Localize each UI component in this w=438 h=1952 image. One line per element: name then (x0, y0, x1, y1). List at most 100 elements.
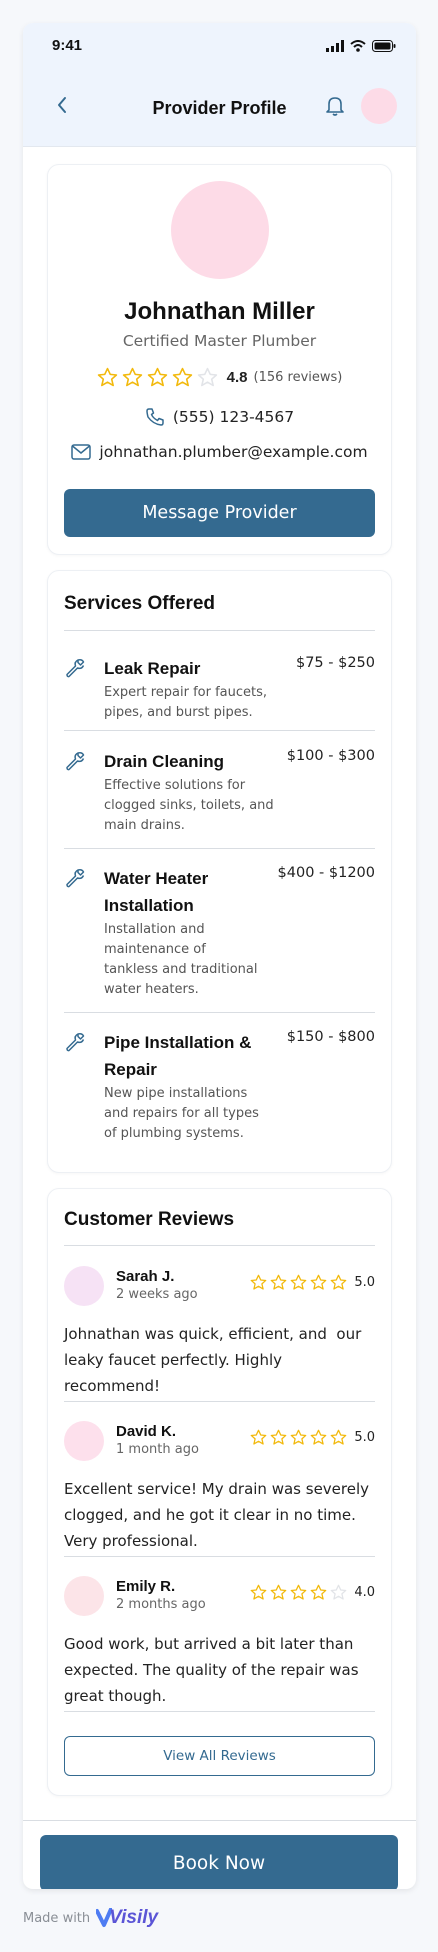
reviewer-avatar (64, 1576, 104, 1616)
review-text-line: Very professional. (64, 1532, 198, 1550)
service-description-line: Expert repair for faucets, (104, 685, 268, 700)
visily-brand-text: Visily (109, 1907, 159, 1928)
review-date: 2 weeks ago (116, 1287, 198, 1302)
service-description-line: maintenance of (104, 942, 206, 957)
service-name: Water Heater Installation (104, 865, 264, 919)
review-date: 2 months ago (116, 1597, 206, 1612)
wrench-icon (66, 752, 85, 771)
book-now-button[interactable]: Book Now (40, 1835, 398, 1889)
review-date: 1 month ago (116, 1442, 199, 1457)
service-price: $150 - $800 (286, 1029, 375, 1045)
wrench-icon (66, 869, 85, 888)
profile-card: Johnathan Miller Certified Master Plumbe… (47, 164, 392, 555)
service-price: $400 - $1200 (277, 865, 375, 881)
service-name-line: Water Heater (104, 869, 209, 888)
status-bar: 9:41 (23, 23, 416, 68)
bell-icon[interactable] (324, 95, 346, 117)
message-provider-button[interactable]: Message Provider (64, 489, 375, 537)
services-card: Services Offered Leak Repair Expert repai… (47, 570, 392, 1173)
star-icon (197, 367, 217, 387)
phone-row[interactable]: (555) 123-4567 (48, 407, 391, 427)
phone-frame: 9:41 Provider Profile Johnathan Miller C… (23, 23, 416, 1889)
service-name: Pipe Installation & Repair (104, 1029, 264, 1083)
review-stars: 5.0 (250, 1429, 375, 1446)
star-icon (310, 1274, 327, 1290)
star-icon (250, 1584, 267, 1600)
review-text-line: recommend! (64, 1377, 160, 1395)
review-text-line: Good work, but arrived a bit later than (64, 1635, 354, 1653)
service-name: Leak Repair (104, 655, 264, 682)
service-name-line: Pipe Installation & (104, 1033, 252, 1052)
divider (64, 1245, 375, 1246)
star-icon (290, 1429, 307, 1445)
review-text-line: Excellent service! My drain was severely (64, 1480, 370, 1498)
provider-avatar (171, 181, 269, 279)
divider (64, 1711, 375, 1712)
divider (64, 848, 375, 849)
rating-count: (156 reviews) (253, 370, 343, 385)
service-description-line: pipes, and burst pipes. (104, 705, 253, 720)
service-description-line: of plumbing systems. (104, 1126, 244, 1141)
review-text-line: expected. The quality of the repair was (64, 1661, 359, 1679)
phone-icon (146, 408, 164, 426)
divider (64, 730, 375, 731)
service-description: Installation and maintenance of tankless a… (104, 920, 274, 1000)
service-description-line: tankless and traditional (104, 962, 258, 977)
phone-number: (555) 123-4567 (172, 408, 295, 426)
service-price: $75 - $250 (295, 655, 375, 671)
service-description: Effective solutions for clogged sinks, to… (104, 776, 274, 836)
reviewer-name: David K. (116, 1423, 177, 1440)
star-icon (330, 1429, 347, 1445)
wrench-icon (66, 659, 85, 678)
divider (64, 1556, 375, 1557)
review-text: Good work, but arrived a bit later than e… (64, 1631, 376, 1709)
user-avatar[interactable] (361, 88, 397, 124)
made-with-watermark: Made with Visily (23, 1907, 158, 1929)
made-with-text: Made with (23, 1910, 91, 1926)
view-all-reviews-button[interactable]: View All Reviews (64, 1736, 375, 1776)
star-icon (122, 367, 142, 387)
star-icon (250, 1429, 267, 1445)
star-icon (310, 1584, 327, 1600)
divider (64, 630, 375, 631)
wrench-icon (66, 1033, 85, 1052)
review-text-line: leaky faucet perfectly. Highly (64, 1351, 283, 1369)
rating-stars (97, 367, 218, 388)
service-name-line: Drain Cleaning (104, 752, 224, 771)
service-name-line: Leak Repair (104, 659, 201, 678)
service-description-line: Installation and (104, 922, 205, 937)
reviewer-avatar (64, 1266, 104, 1306)
star-icon (147, 367, 167, 387)
email-row[interactable]: johnathan.plumber@example.com (48, 443, 391, 461)
wifi-icon (350, 39, 366, 52)
reviewer-avatar (64, 1421, 104, 1461)
signal-icon (326, 39, 344, 52)
star-icon (250, 1274, 267, 1290)
provider-rating: 4.8 (156 reviews) (48, 367, 391, 388)
review-score: 4.0 (354, 1585, 375, 1600)
star-icon (330, 1274, 347, 1290)
star-icon (97, 367, 117, 387)
email-address: johnathan.plumber@example.com (99, 443, 368, 461)
service-description-line: New pipe installations (104, 1086, 248, 1101)
star-icon (290, 1274, 307, 1290)
provider-title: Certified Master Plumber (122, 332, 317, 350)
reviews-card: Customer Reviews Sarah J. 2 weeks ago 5.0 J… (47, 1188, 392, 1796)
app-header: Provider Profile (23, 68, 416, 147)
rating-value: 4.8 (226, 369, 248, 386)
review-text-line: clogged, and he got it clear in no time. (64, 1506, 356, 1524)
star-icon (290, 1584, 307, 1600)
service-description-line: clogged sinks, toilets, and (104, 798, 274, 813)
star-icon (270, 1584, 287, 1600)
review-score: 5.0 (354, 1275, 375, 1290)
review-stars: 5.0 (250, 1274, 375, 1291)
review-stars: 4.0 (250, 1584, 375, 1601)
star-icon (270, 1429, 287, 1445)
service-description: Expert repair for faucets, pipes, and bur… (104, 683, 274, 723)
star-icon (172, 367, 192, 387)
star-icon (310, 1429, 327, 1445)
divider (64, 1012, 375, 1013)
service-name: Drain Cleaning (104, 748, 264, 775)
status-icons (326, 39, 396, 52)
reviewer-name: Sarah J. (116, 1268, 175, 1285)
